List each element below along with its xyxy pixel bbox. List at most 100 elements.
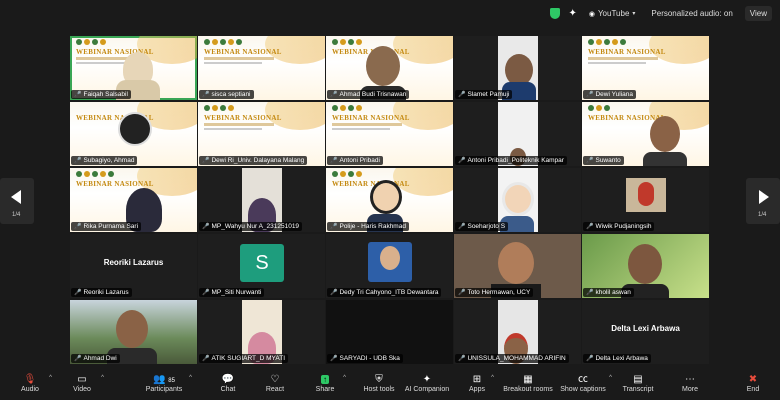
participant-name-label: 🎤 Polije - Haris Rakhmad: [327, 222, 409, 231]
mic-muted-icon: 🎤: [74, 356, 82, 362]
video-tile[interactable]: Delta Lexi Arbawa 🎤 Delta Lexi Arbawa: [582, 300, 709, 364]
more-button[interactable]: ⋯ More: [680, 373, 700, 393]
video-tile[interactable]: 🎤 Ahmad Dwi: [70, 300, 197, 364]
arrow-left-icon: [11, 190, 21, 204]
participant-display-name: Delta Lexi Arbawa: [611, 324, 680, 333]
youtube-stream-button[interactable]: ◉ YouTube ▾: [585, 7, 640, 20]
mic-muted-icon: 🎤: [74, 158, 82, 164]
video-tile[interactable]: WEBINAR NASIONAL 🎤 Antoni Pribadi: [326, 102, 453, 166]
transcript-button[interactable]: ▤ Transcript: [622, 373, 654, 393]
mic-muted-icon: 🎤: [458, 356, 466, 362]
view-button[interactable]: View: [744, 6, 772, 21]
video-tile[interactable]: 🎤 Wiwik Pudjaningsih: [582, 168, 709, 232]
mic-muted-icon: 🎤: [458, 158, 466, 164]
shield-icon[interactable]: [550, 8, 561, 19]
video-tile[interactable]: 🎤 Antoni Pribadi_Politeknik Kampar: [454, 102, 581, 166]
video-tile[interactable]: Reoriki Lazarus 🎤 Reoriki Lazarus: [70, 234, 197, 298]
mic-muted-icon: 🎤: [202, 92, 210, 98]
chevron-up-icon[interactable]: ^: [491, 375, 494, 381]
personalized-audio-status[interactable]: Personalized audio: on: [647, 7, 736, 20]
video-tile[interactable]: WEBINAR NASIONAL 🎤 sisca septiani: [198, 36, 325, 100]
participant-name-label: 🎤 Ahmad Budi Trisnawan: [327, 90, 410, 99]
participant-name-label: 🎤 Wiwik Pudjaningsih: [583, 222, 655, 231]
meeting-toolbar: 🎙 Audio ^ ▭ Video ^ 👥 85 Participants ^ …: [0, 370, 780, 400]
video-tile[interactable]: WEBINAR NASIONAL 🎤 Suwanto: [582, 102, 709, 166]
video-tile[interactable]: 🎤 Toto Hermawan, UCY: [454, 234, 581, 298]
captions-icon: ㏄: [578, 374, 588, 385]
mic-muted-icon: 🎤: [330, 92, 338, 98]
ai-companion-button[interactable]: ✦ AI Companion: [404, 373, 450, 393]
video-tile[interactable]: WEBINAR NASIONAL 🎤 Rika Purnama Sari: [70, 168, 197, 232]
mic-muted-icon: 🎤: [330, 158, 338, 164]
chevron-up-icon[interactable]: ^: [101, 375, 104, 381]
mic-muted-icon: 🎤: [458, 92, 466, 98]
chevron-up-icon[interactable]: ^: [343, 375, 346, 381]
participants-button[interactable]: 👥 85 Participants ^: [142, 373, 192, 393]
mic-muted-icon: 🎤: [74, 92, 82, 98]
host-tools-button[interactable]: ⛨ Host tools: [360, 373, 398, 393]
video-tile[interactable]: WEBINAR NASIONAL 🎤 Dewi Yuliana: [582, 36, 709, 100]
mic-muted-icon: 🎤: [202, 356, 210, 362]
breakout-rooms-button[interactable]: ▦ Breakout rooms: [503, 373, 553, 393]
breakout-rooms-icon: ▦: [523, 374, 533, 385]
react-button[interactable]: ♡ React: [260, 373, 290, 393]
participant-name-label: 🎤 Suwanto: [583, 156, 624, 165]
video-tile[interactable]: WEBINAR NASIONAL 🎤Ahmad Budi Trisnawan: [326, 36, 453, 100]
participant-name-label: 🎤 kholil aswan: [583, 288, 634, 297]
mic-muted-icon: 🎙: [23, 374, 37, 385]
more-icon: ⋯: [685, 374, 695, 385]
share-button[interactable]: ↑ Share ^: [310, 373, 346, 393]
sparkle-icon[interactable]: ✦: [568, 8, 576, 19]
video-tile[interactable]: 🎤 MP_Wahyu Nur A_231251019: [198, 168, 325, 232]
participant-name-label: 🎤 Dewi Ri_Univ. Dalayana Malang: [199, 156, 308, 165]
mic-muted-icon: 🎤: [586, 356, 594, 362]
shield-icon: ⛨: [375, 374, 383, 385]
show-captions-button[interactable]: ㏄ Show captions ^: [560, 373, 612, 393]
video-tile[interactable]: 🎤 UNISSULA_MOHAMMAD ARIFIN: [454, 300, 581, 364]
chevron-up-icon[interactable]: ^: [49, 375, 52, 381]
mic-muted-icon: 🎤: [586, 158, 594, 164]
apps-button[interactable]: ⊞ Apps ^: [466, 373, 494, 393]
mic-muted-icon: 🎤: [202, 224, 210, 230]
video-tile[interactable]: WEBINAR NASIONAL 🎤 Dewi Ri_Univ. Dalayana…: [198, 102, 325, 166]
video-tile[interactable]: 🎤 Dedy Tri Cahyono_ITB Dewantara: [326, 234, 453, 298]
video-tile[interactable]: WEBINAR NASIONAL 🎤 Subagiyo, Ahmad: [70, 102, 197, 166]
participant-name-label: 🎤 Toto Hermawan, UCY: [455, 288, 534, 297]
video-tile[interactable]: WEBINAR NASIONAL 🎤 Polije - Haris Rakhmad: [326, 168, 453, 232]
close-icon: ✖: [748, 374, 758, 385]
mic-muted-icon: 🎤: [586, 92, 594, 98]
mic-muted-icon: 🎤: [202, 290, 210, 296]
video-tile[interactable]: 🎤 ATIK SUGIART_D MYATI: [198, 300, 325, 364]
mic-muted-icon: 🎤: [74, 224, 82, 230]
participant-name-label: 🎤 Delta Lexi Arbawa: [583, 354, 651, 363]
end-button[interactable]: ✖ End: [742, 373, 764, 393]
participant-display-name: Reoriki Lazarus: [103, 258, 164, 267]
avatar: S: [240, 244, 284, 282]
chevron-up-icon[interactable]: ^: [189, 375, 192, 381]
audio-button[interactable]: 🎙 Audio ^: [14, 373, 52, 393]
video-tile[interactable]: 🎤 SARYADI - UDB Ska: [326, 300, 453, 364]
chevron-up-icon[interactable]: ^: [609, 375, 612, 381]
mic-muted-icon: 🎤: [74, 290, 82, 296]
chat-button[interactable]: 💬 Chat: [214, 373, 242, 393]
participant-name-label: 🎤 Slamet Pamuji: [455, 90, 513, 99]
participant-name-label: 🎤 Dewi Yuliana: [583, 90, 636, 99]
mic-muted-icon: 🎤: [586, 290, 594, 296]
video-tile[interactable]: 🎤 Slamet Pamuji: [454, 36, 581, 100]
participants-icon: 👥: [153, 374, 166, 385]
participant-name-label: 🎤 Soeharjoto S: [455, 222, 509, 231]
video-tile[interactable]: 🎤 Soeharjoto S: [454, 168, 581, 232]
video-tile[interactable]: S 🎤 MP_Siti Nurwanti: [198, 234, 325, 298]
video-camera-icon: ▭: [77, 374, 87, 385]
participant-name-label: 🎤 Subagiyo, Ahmad: [71, 156, 138, 165]
video-button[interactable]: ▭ Video ^: [66, 373, 104, 393]
participant-name-label: 🎤 UNISSULA_MOHAMMAD ARIFIN: [455, 354, 569, 363]
obs-icon: [118, 112, 152, 146]
share-screen-icon: ↑: [321, 375, 329, 384]
chevron-down-icon: ▾: [632, 11, 636, 17]
participant-name-label: 🎤 Reoriki Lazarus: [71, 288, 132, 297]
chat-icon: 💬: [221, 374, 235, 385]
video-tile[interactable]: WEBINAR NASIONAL 🎤 Faiqah Salsabil: [70, 36, 197, 100]
video-tile[interactable]: 🎤 kholil aswan: [582, 234, 709, 298]
participants-count: 85: [168, 378, 175, 384]
